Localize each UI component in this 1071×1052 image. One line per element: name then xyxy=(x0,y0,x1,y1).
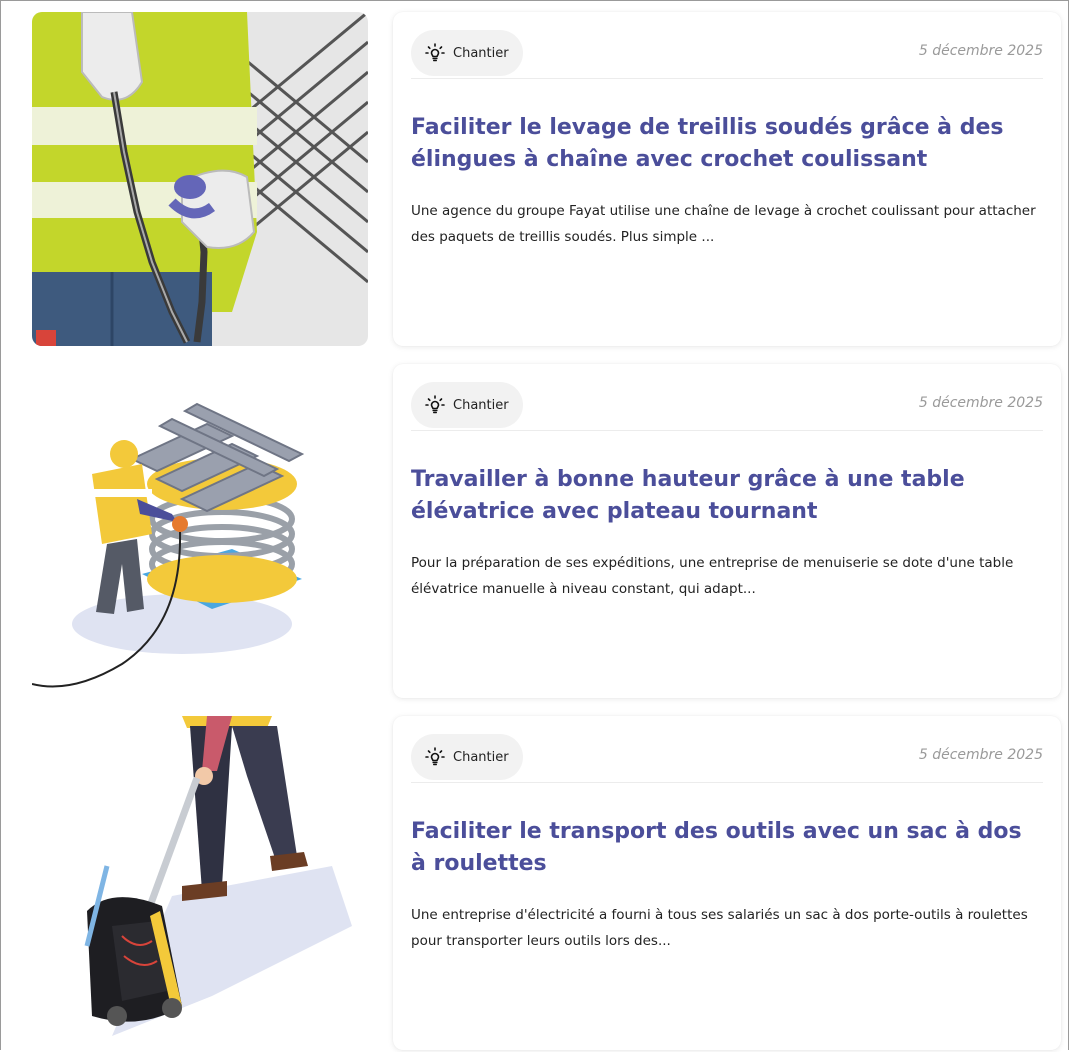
category-tag[interactable]: Chantier xyxy=(411,382,523,428)
article-card[interactable]: Chantier 5 décembre 2025 Faciliter le le… xyxy=(393,12,1061,346)
article-date: 5 décembre 2025 xyxy=(918,43,1043,59)
category-tag-label: Chantier xyxy=(453,45,509,61)
article-title[interactable]: Travailler à bonne hauteur grâce à une t… xyxy=(411,464,1037,528)
article-item[interactable]: Chantier 5 décembre 2025 Travailler à bo… xyxy=(32,364,1062,698)
article-excerpt: Une agence du groupe Fayat utilise une c… xyxy=(411,203,1036,245)
category-tag[interactable]: Chantier xyxy=(411,30,523,76)
article-title[interactable]: Faciliter le levage de treillis soudés g… xyxy=(411,112,1037,176)
article-card[interactable]: Chantier 5 décembre 2025 Faciliter le tr… xyxy=(393,716,1061,1050)
category-tag[interactable]: Chantier xyxy=(411,734,523,780)
category-tag-label: Chantier xyxy=(453,397,509,413)
article-thumbnail-lifting-chain[interactable] xyxy=(32,12,368,346)
chain-sling-illustration xyxy=(32,12,368,346)
lightbulb-icon xyxy=(425,43,445,62)
article-date: 5 décembre 2025 xyxy=(918,747,1043,763)
article-card-header: Chantier 5 décembre 2025 xyxy=(411,734,1043,783)
lightbulb-icon xyxy=(425,747,445,766)
article-card[interactable]: Chantier 5 décembre 2025 Travailler à bo… xyxy=(393,364,1061,698)
article-excerpt: Une entreprise d'électricité a fourni à … xyxy=(411,907,1028,949)
article-card-header: Chantier 5 décembre 2025 xyxy=(411,30,1043,79)
article-thumbnail-lift-table[interactable] xyxy=(32,364,368,698)
category-tag-label: Chantier xyxy=(453,749,509,765)
lightbulb-icon xyxy=(425,395,445,414)
article-item[interactable]: Chantier 5 décembre 2025 Faciliter le le… xyxy=(32,12,1062,346)
article-item[interactable]: Chantier 5 décembre 2025 Faciliter le tr… xyxy=(32,716,1062,1050)
rolling-backpack-illustration xyxy=(84,716,352,1036)
article-date: 5 décembre 2025 xyxy=(918,395,1043,411)
article-excerpt: Pour la préparation de ses expéditions, … xyxy=(411,555,1014,597)
article-thumbnail-rolling-backpack[interactable] xyxy=(32,716,368,1050)
article-title[interactable]: Faciliter le transport des outils avec u… xyxy=(411,816,1037,880)
lift-table-illustration xyxy=(32,402,305,688)
article-card-header: Chantier 5 décembre 2025 xyxy=(411,382,1043,431)
